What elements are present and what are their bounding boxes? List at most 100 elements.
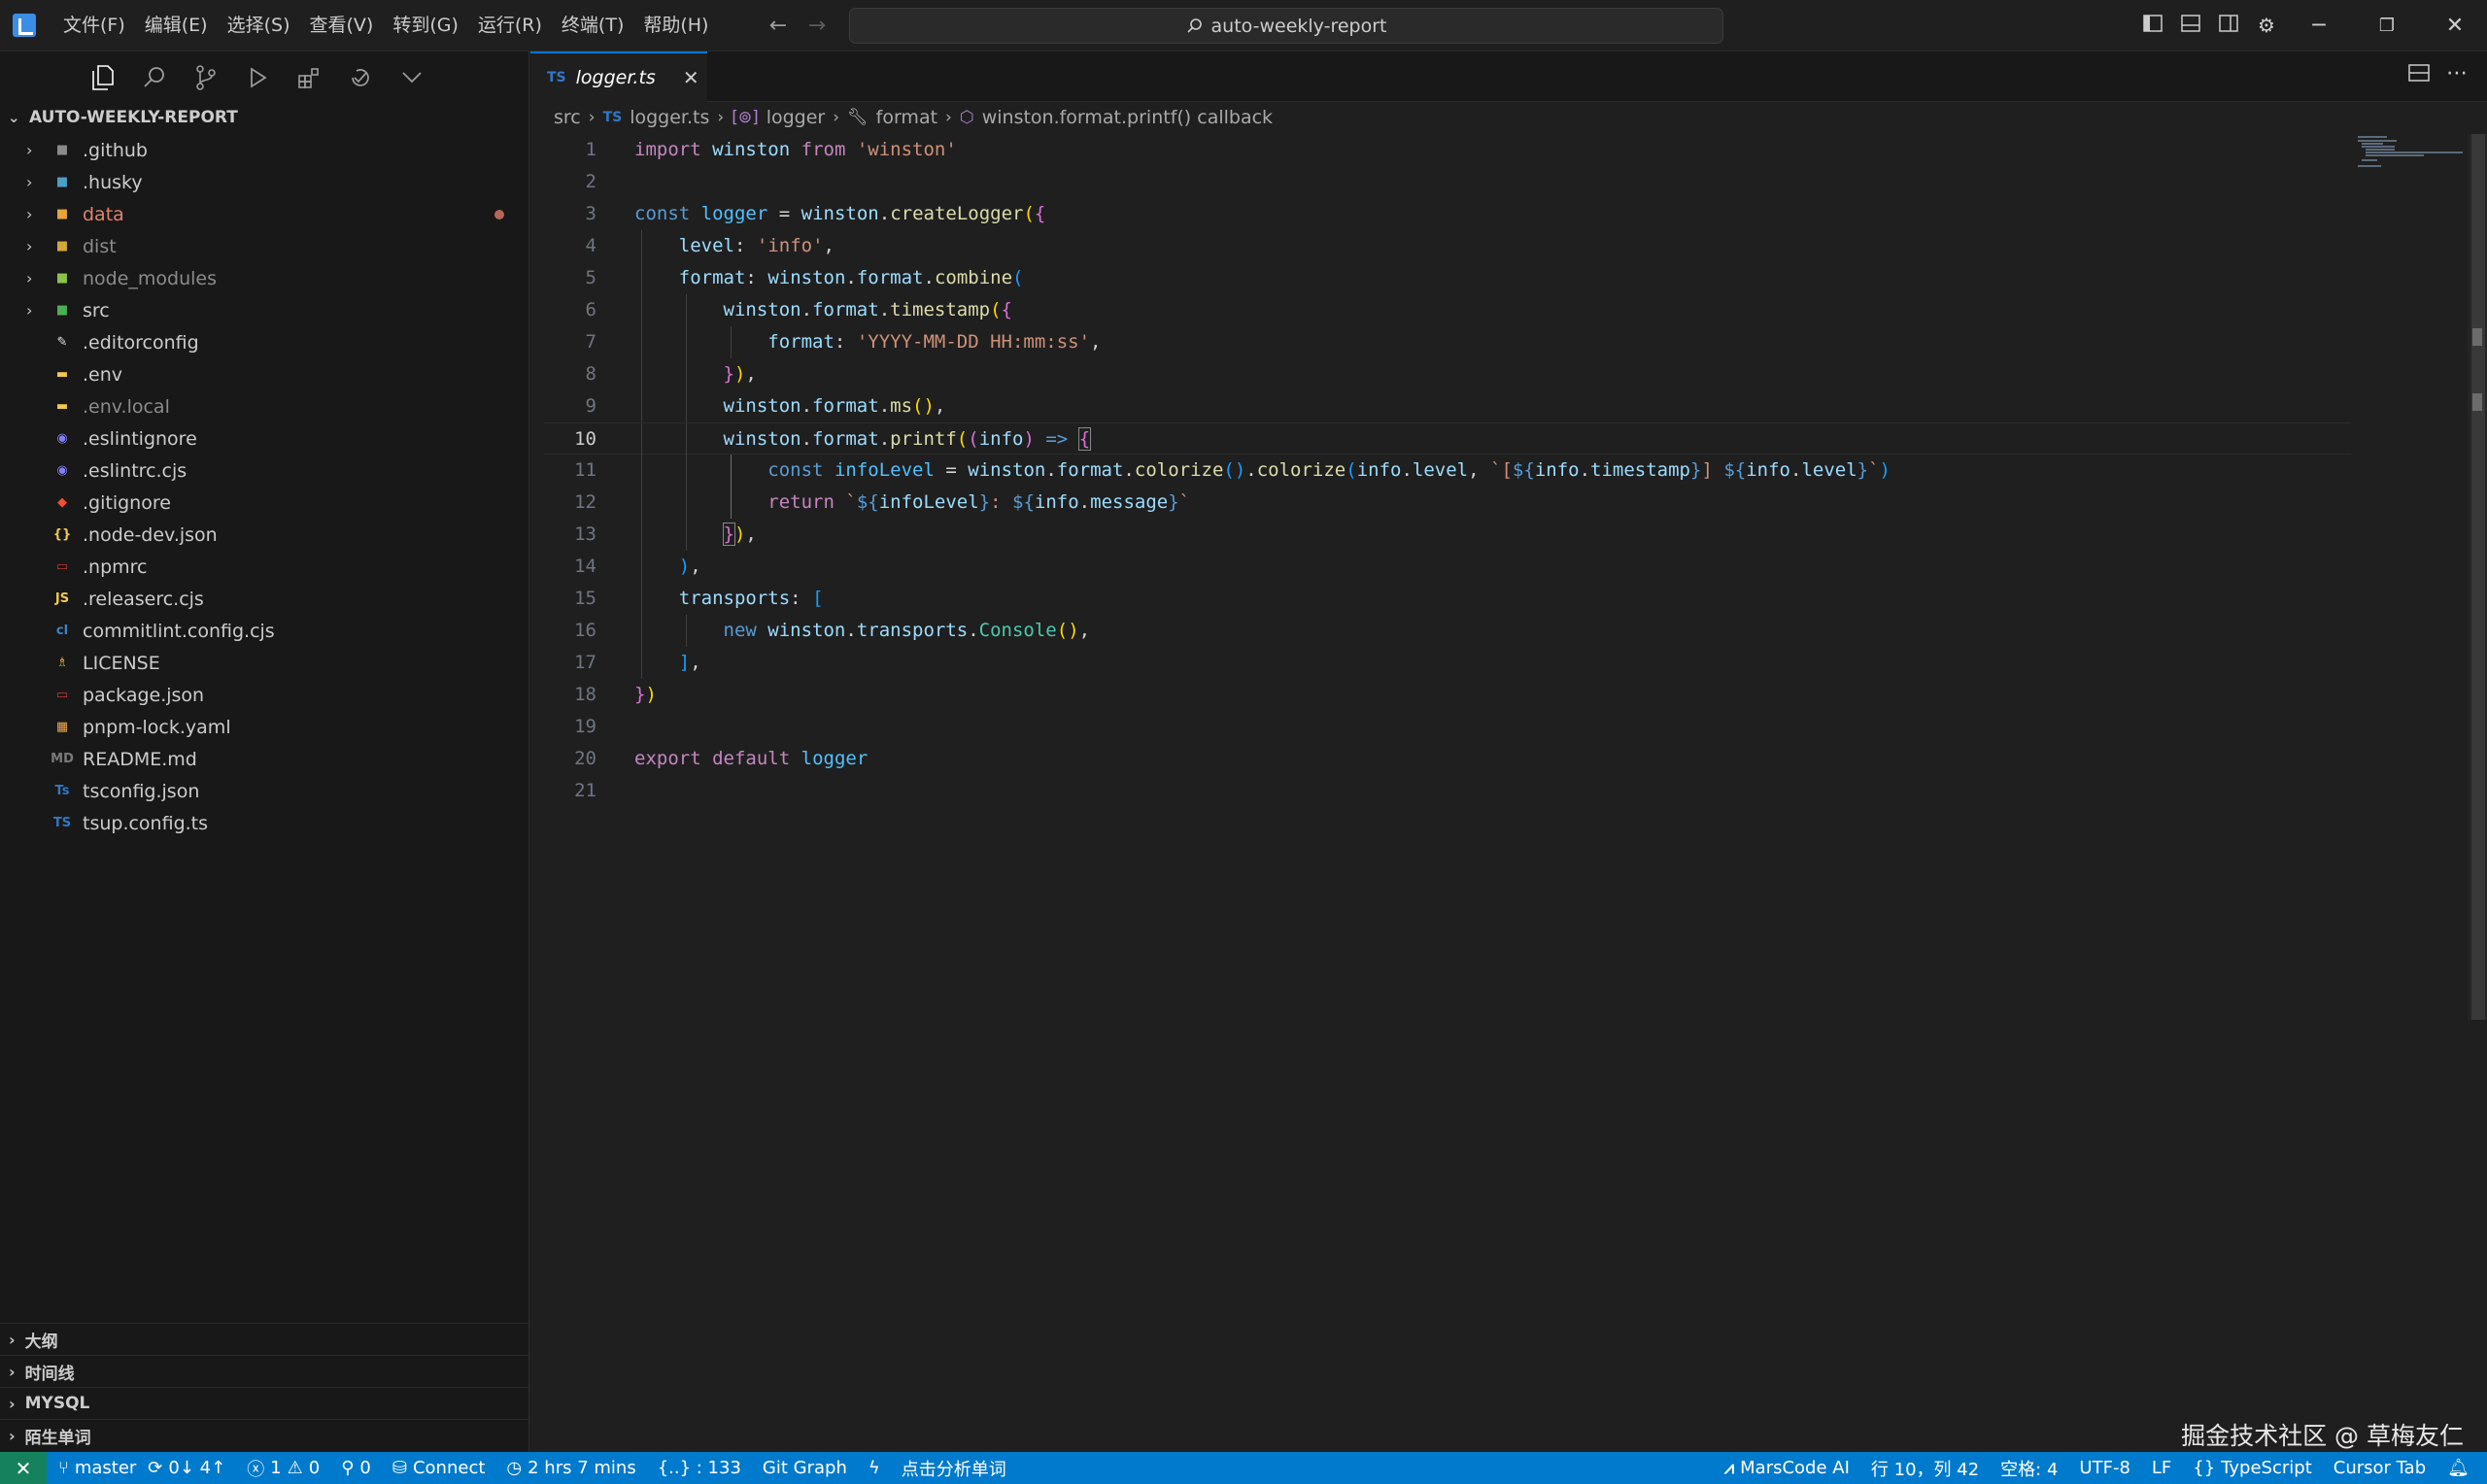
cursor-position-status[interactable]: 行 10，列 42 <box>1871 1456 1979 1481</box>
explorer-files-icon[interactable] <box>83 58 123 97</box>
vertical-scrollbar-thumb[interactable] <box>2471 134 2485 1020</box>
tree-folder[interactable]: › ■ .husky <box>0 166 529 198</box>
explorer-root-folder[interactable]: ⌄ AUTO-WEEKLY-REPORT <box>8 107 238 128</box>
source-control-icon[interactable] <box>186 58 226 97</box>
minimap[interactable] <box>2356 134 2468 173</box>
chevron-right-icon: › <box>9 1330 16 1349</box>
tree-file[interactable]: {} .node-dev.json <box>0 519 529 551</box>
file-tree: › ■ .github › ■ .husky › ■ data › ■ dist › ■ node_modu… <box>0 134 529 839</box>
node-folder-icon: ■ <box>55 271 69 286</box>
panel-timeline[interactable]: › 时间线 <box>0 1355 529 1387</box>
tree-file[interactable]: MD README.md <box>0 743 529 775</box>
code-editor[interactable]: 1 import winston from 'winston' 2 3 const … <box>544 134 2351 807</box>
tree-file[interactable]: JS .releaserc.cjs <box>0 583 529 615</box>
tree-file[interactable]: ◉ .eslintignore <box>0 422 529 455</box>
tree-file[interactable]: ◉ .eslintrc.cjs <box>0 455 529 487</box>
chevron-right-icon: › <box>26 141 33 159</box>
search-icon[interactable] <box>134 58 175 97</box>
tree-file[interactable]: ✎ .editorconfig <box>0 326 529 358</box>
scroll-marker <box>2472 393 2482 411</box>
menu-file[interactable]: 文件(F) <box>53 0 135 51</box>
chevron-right-icon: › <box>26 237 33 255</box>
toggle-panel-icon[interactable] <box>2177 12 2204 39</box>
close-icon[interactable]: ✕ <box>683 66 699 89</box>
tree-item-label: .node-dev.json <box>83 523 218 546</box>
menu-selection[interactable]: 选择(S) <box>218 0 300 51</box>
run-debug-icon[interactable] <box>237 58 278 97</box>
panel-unknown-words[interactable]: › 陌生单词 <box>0 1419 529 1451</box>
minimize-icon[interactable]: ─ <box>2287 0 2351 51</box>
tree-folder[interactable]: › ■ src <box>0 294 529 326</box>
code-line: 16 new winston.transports.Console(), <box>544 615 2351 647</box>
remote-indicator-icon[interactable]: ✕ <box>0 1452 47 1484</box>
testing-icon[interactable] <box>340 58 381 97</box>
json-icon: {} <box>52 527 72 542</box>
chevron-down-icon[interactable] <box>392 58 432 97</box>
command-center-search[interactable]: auto-weekly-report <box>849 8 1723 44</box>
tree-file[interactable]: TS tsup.config.ts <box>0 807 529 839</box>
forward-arrow-icon[interactable]: → <box>802 12 832 41</box>
tree-folder[interactable]: › ■ data <box>0 198 529 230</box>
git-graph-status[interactable]: Git Graph <box>763 1458 847 1478</box>
typescript-file-icon: TS <box>602 110 623 125</box>
tree-folder[interactable]: › ■ .github <box>0 134 529 166</box>
tree-file[interactable]: Ts tsconfig.json <box>0 775 529 807</box>
sync-status[interactable]: ⟳ 0↓ 4↑ <box>148 1458 225 1478</box>
time-tracking-status[interactable]: ◷ 2 hrs 7 mins <box>506 1458 635 1478</box>
branch-status[interactable]: ⑂ master <box>58 1458 136 1478</box>
eol-status[interactable]: LF <box>2152 1458 2171 1478</box>
notifications-bell-icon[interactable]: 🔔︎ <box>2447 1458 2470 1478</box>
toggle-primary-sidebar-icon[interactable] <box>2139 12 2166 39</box>
split-editor-icon[interactable] <box>2408 63 2436 90</box>
panel-mysql[interactable]: › MYSQL <box>0 1387 529 1419</box>
menu-go[interactable]: 转到(G) <box>383 0 468 51</box>
settings-gear-icon[interactable]: ⚙ <box>2253 12 2280 39</box>
lightning-icon[interactable]: ϟ <box>869 1458 880 1478</box>
tree-file[interactable]: ▭ .npmrc <box>0 551 529 583</box>
sync-icon: ⟳ <box>148 1458 163 1478</box>
breadcrumb-file[interactable]: logger.ts <box>630 107 709 128</box>
breadcrumb-symbol-format[interactable]: format <box>876 107 937 128</box>
branch-label: master <box>74 1458 137 1478</box>
git-graph-label: Git Graph <box>762 1458 847 1478</box>
tree-folder[interactable]: › ■ dist <box>0 230 529 262</box>
tree-file[interactable]: ♗ LICENSE <box>0 647 529 679</box>
close-window-icon[interactable]: ✕ <box>2423 0 2487 51</box>
language-status[interactable]: {} TypeScript <box>2193 1458 2311 1478</box>
restore-icon[interactable]: ❐ <box>2355 0 2419 51</box>
connect-status[interactable]: ⛁ Connect <box>392 1458 486 1478</box>
back-arrow-icon[interactable]: ← <box>764 12 793 41</box>
tree-file[interactable]: ▬ .env <box>0 358 529 390</box>
tree-file[interactable]: ▦ pnpm-lock.yaml <box>0 711 529 743</box>
activity-toolbar <box>83 58 432 97</box>
ports-status[interactable]: ⚲ 0 <box>341 1458 371 1478</box>
breadcrumb-folder[interactable]: src <box>554 107 581 128</box>
tree-item-label: .releaserc.cjs <box>83 588 204 610</box>
menu-terminal[interactable]: 终端(T) <box>552 0 633 51</box>
breadcrumb-symbol-callback[interactable]: winston.format.printf() callback <box>982 107 1273 128</box>
ports-count: 0 <box>359 1458 371 1478</box>
tree-file[interactable]: ▭ package.json <box>0 679 529 711</box>
breadcrumb-symbol-logger[interactable]: logger <box>767 107 826 128</box>
cursor-tab-status[interactable]: Cursor Tab <box>2334 1458 2426 1478</box>
tab-logger-ts[interactable]: TS logger.ts ✕ <box>530 51 707 102</box>
menu-help[interactable]: 帮助(H) <box>633 0 718 51</box>
braces-status[interactable]: {..} : 133 <box>658 1458 741 1478</box>
toggle-secondary-sidebar-icon[interactable] <box>2215 12 2242 39</box>
panel-outline[interactable]: › 大纲 <box>0 1323 529 1355</box>
menu-edit[interactable]: 编辑(E) <box>135 0 218 51</box>
encoding-status[interactable]: UTF-8 <box>2079 1458 2129 1478</box>
extensions-icon[interactable] <box>289 58 329 97</box>
tree-file[interactable]: ◆ .gitignore <box>0 487 529 519</box>
tree-file[interactable]: ▬ .env.local <box>0 390 529 422</box>
menu-run[interactable]: 运行(R) <box>468 0 552 51</box>
sync-label: 0↓ 4↑ <box>168 1458 226 1478</box>
more-actions-icon[interactable]: ⋯ <box>2446 61 2468 85</box>
indentation-status[interactable]: 空格: 4 <box>2000 1456 2058 1481</box>
tree-file[interactable]: cl commitlint.config.cjs <box>0 615 529 647</box>
analyze-words-status[interactable]: 点击分析单词 <box>902 1456 1006 1481</box>
menu-view[interactable]: 查看(V) <box>300 0 384 51</box>
tree-folder[interactable]: › ■ node_modules <box>0 262 529 294</box>
marscode-status[interactable]: ⩘ MarsCode AI <box>1724 1458 1850 1478</box>
problems-status[interactable]: ⓧ 1 ⚠ 0 <box>247 1456 320 1481</box>
